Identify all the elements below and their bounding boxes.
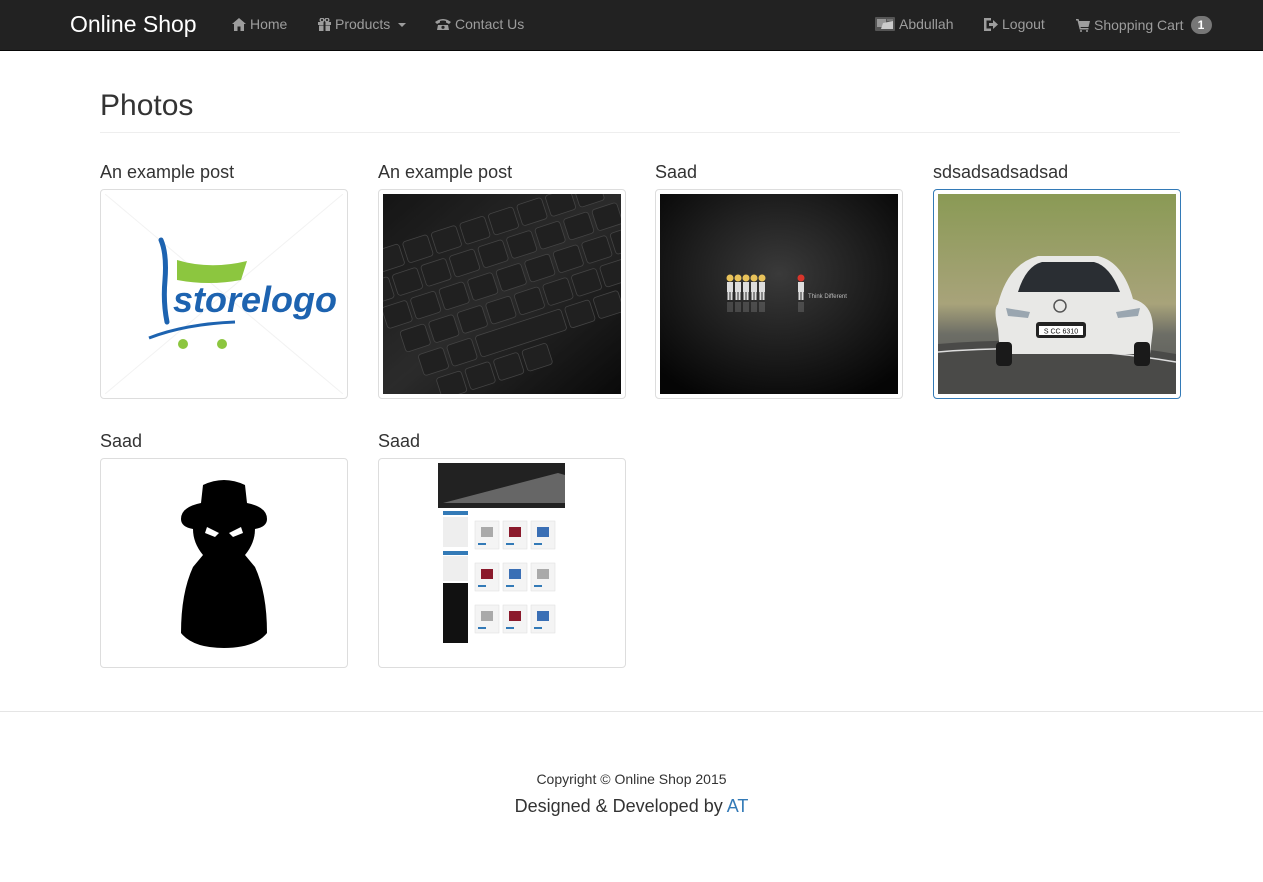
- gallery-item-title: An example post: [378, 162, 513, 182]
- gallery-item-title: Saad: [655, 162, 698, 182]
- top-navbar: Online Shop Home Products Contact Us Abd…: [0, 0, 1263, 51]
- nav-shopping-cart[interactable]: Shopping Cart 1: [1076, 16, 1212, 34]
- gallery-item-title: Saad: [378, 431, 421, 451]
- nav-contact-label: Contact Us: [455, 16, 525, 32]
- gallery-thumbnail-link[interactable]: S CC 6310: [933, 189, 1181, 399]
- gallery-item-title: Saad: [100, 431, 143, 451]
- website-screenshot-image: [383, 463, 621, 663]
- nav-contact[interactable]: Contact Us: [435, 16, 524, 32]
- nav-user[interactable]: Abdullah: [875, 16, 954, 32]
- think-different-text: Think Different: [808, 294, 847, 300]
- page-title: Photos: [100, 89, 194, 122]
- gallery-item: An example post: [378, 161, 626, 399]
- cart-icon: [1076, 18, 1090, 32]
- gallery-thumbnail-link[interactable]: Think Different: [655, 189, 903, 399]
- gallery-item: Saad Think Different: [655, 161, 903, 399]
- store-logo-image: storelogo: [105, 194, 343, 394]
- brand-link[interactable]: Online Shop: [70, 11, 197, 38]
- nav-user-label: Abdullah: [899, 16, 954, 32]
- chevron-down-icon: [398, 22, 407, 27]
- user-avatar-icon: [875, 17, 895, 31]
- cart-count-badge: 1: [1190, 16, 1212, 34]
- gallery-thumbnail-link[interactable]: [100, 458, 348, 668]
- footer-credit: Designed & Developed by AT: [0, 796, 1263, 817]
- footer-author-link[interactable]: AT: [727, 796, 749, 816]
- spy-silhouette-image: [105, 463, 343, 663]
- home-icon: [232, 17, 246, 31]
- gallery-item: Saad: [378, 430, 626, 668]
- car-image: S CC 6310: [938, 194, 1176, 394]
- gallery-item-title: An example post: [100, 162, 235, 182]
- nav-home[interactable]: Home: [232, 16, 287, 32]
- store-logo-text: storelogo: [173, 279, 337, 320]
- logout-icon: [984, 17, 998, 31]
- nav-products-dropdown[interactable]: Products: [318, 16, 407, 32]
- license-plate-text: S CC 6310: [1044, 329, 1078, 336]
- footer-credit-prefix: Designed & Developed by: [514, 796, 727, 816]
- gallery-item: Saad: [100, 430, 348, 668]
- gallery-item-title: sdsadsadsadsad: [933, 162, 1069, 182]
- footer-copyright: Copyright © Online Shop 2015: [536, 771, 727, 787]
- gallery-thumbnail-link[interactable]: [378, 458, 626, 668]
- phone-icon: [435, 18, 451, 30]
- nav-cart-label: Shopping Cart: [1094, 17, 1184, 33]
- keyboard-image: [383, 194, 621, 394]
- gallery-item: An example post storelogo: [100, 161, 348, 399]
- footer-divider: [0, 711, 1263, 712]
- gallery-thumbnail-link[interactable]: [378, 189, 626, 399]
- nav-logout[interactable]: Logout: [984, 16, 1045, 32]
- nav-home-label: Home: [250, 16, 288, 32]
- gallery-thumbnail-link[interactable]: storelogo: [100, 189, 348, 399]
- title-divider: [100, 132, 1180, 133]
- nav-logout-label: Logout: [1002, 16, 1045, 32]
- think-different-image: Think Different: [660, 194, 898, 394]
- gift-icon: [318, 17, 331, 31]
- nav-products-label: Products: [335, 16, 391, 32]
- gallery-item: sdsadsadsadsad S CC 6310: [933, 161, 1181, 399]
